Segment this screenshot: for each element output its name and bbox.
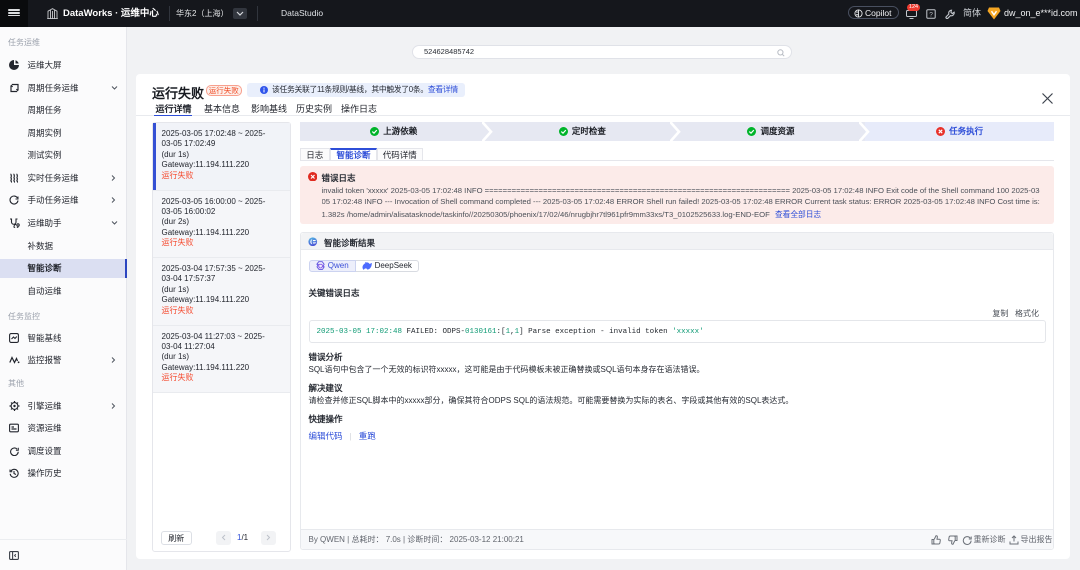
svg-text:?: ? (929, 11, 933, 18)
